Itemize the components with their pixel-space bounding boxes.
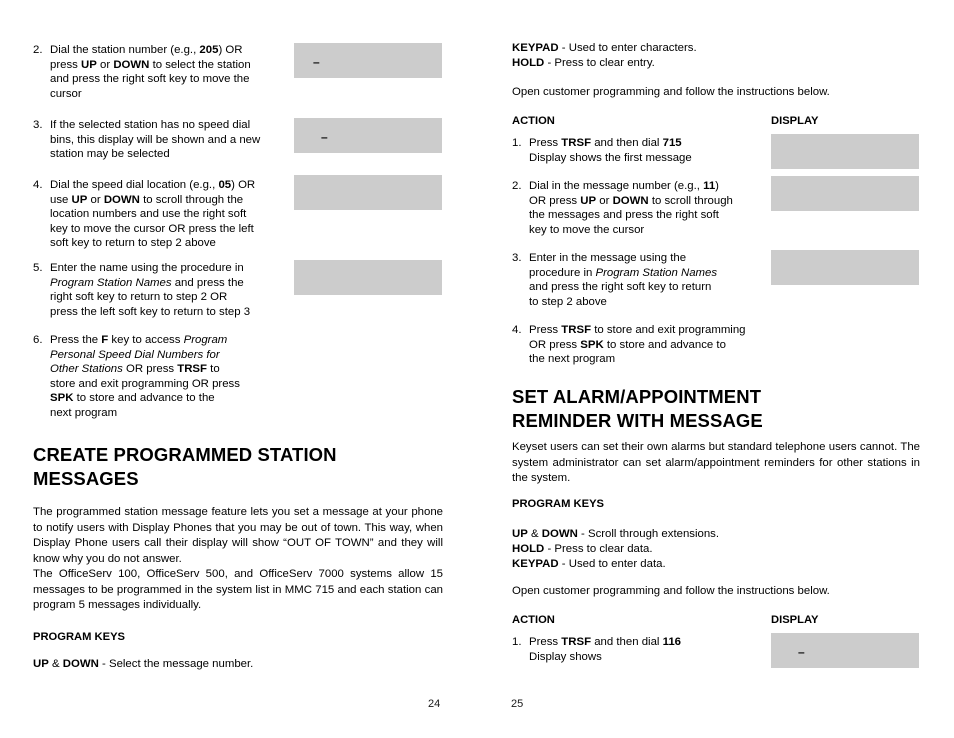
step-number: 1. [512, 636, 522, 648]
step-row: 2. Dial the station number (e.g., 205) OR… [33, 43, 273, 101]
step-text: If the selected station has no speed dia… [50, 119, 261, 161]
program-keys-heading-right: PROGRAM KEYS [512, 498, 604, 510]
intro-paragraph-1: The programmed station message feature l… [33, 506, 443, 565]
page-number-left: 24 [428, 698, 441, 710]
display-box-marker: – [321, 130, 328, 144]
step-number: 2. [33, 44, 43, 56]
program-key-line: KEYPAD - Used to enter data. [512, 558, 666, 571]
right-step-1-2: 2. Dial in the message number (e.g., 11) O… [512, 179, 762, 237]
left-step-3: 3. If the selected station has no speed d… [33, 118, 278, 162]
step-text: Dial the speed dial location (e.g., 05) … [50, 179, 256, 250]
step-row: 5. Enter the name using the procedure in P… [33, 261, 283, 319]
step-text: Enter in the message using the procedure … [529, 252, 718, 308]
step-row: 4. Press TRSF to store and exit programmi… [512, 323, 772, 367]
key-definition-line: HOLD - Press to clear entry. [512, 57, 655, 70]
step-number: 5. [33, 262, 43, 274]
display-box [771, 176, 919, 211]
step-row: 1. Press TRSF and then dial 715 Display sh… [512, 136, 762, 165]
key-definitions-top: KEYPAD - Used to enter characters. HOLD … [512, 41, 912, 71]
step-text: Press the F key to access Program Persona… [50, 334, 240, 419]
step-row: 3. If the selected station has no speed d… [33, 118, 278, 162]
display-box-marker: – [313, 55, 320, 69]
step-number: 3. [512, 252, 522, 264]
table-header-display-2: DISPLAY [771, 614, 819, 626]
left-step-6: 6. Press the F key to access Program Perso… [33, 333, 278, 421]
step-text: Press TRSF and then dial 715 Display show… [529, 137, 692, 164]
heading-line-1: CREATE PROGRAMMED STATION [33, 444, 337, 465]
step-row: 1. Press TRSF and then dial 116 Display sh… [512, 635, 762, 664]
heading-line-2: MESSAGES [33, 468, 139, 489]
right-step-1-4: 4. Press TRSF to store and exit programmi… [512, 323, 772, 367]
step-number: 4. [512, 324, 522, 336]
intro-paragraph-2: The OfficeServ 100, OfficeServ 500, and … [33, 568, 443, 612]
document-page: 2. Dial the station number (e.g., 205) OR… [0, 0, 954, 738]
table-header-action-2: ACTION [512, 614, 555, 626]
display-box [771, 250, 919, 285]
right-page-column: KEYPAD - Used to enter characters. HOLD … [512, 0, 922, 738]
display-box: – [294, 43, 442, 78]
program-key-line: HOLD - Press to clear data. [512, 543, 653, 556]
right-step-1-1: 1. Press TRSF and then dial 715 Display sh… [512, 136, 762, 165]
step-row: 4. Dial the speed dial location (e.g., 05… [33, 178, 278, 251]
page-heading-set-alarm-appointment-reminder: SET ALARM/APPOINTMENT REMINDER WITH MESS… [512, 385, 912, 433]
left-step-4: 4. Dial the speed dial location (e.g., 05… [33, 178, 278, 251]
left-page-column: 2. Dial the station number (e.g., 205) OR… [33, 0, 445, 738]
step-text: Press TRSF to store and exit programming… [529, 324, 746, 366]
table-header-display-1: DISPLAY [771, 115, 819, 127]
page-heading-create-programmed-station-messages: CREATE PROGRAMMED STATION MESSAGES [33, 443, 433, 491]
display-box [294, 175, 442, 210]
program-key-line: UP & DOWN - Scroll through extensions. [512, 528, 720, 540]
program-key-line: UP & DOWN - Select the message number. [33, 658, 254, 670]
page-number-right: 25 [511, 698, 524, 710]
step-text: Dial the station number (e.g., 205) OR pr… [50, 44, 251, 100]
open-programming-instruction-1: Open customer programming and follow the… [512, 86, 830, 98]
display-box: – [294, 118, 442, 153]
step-row: 6. Press the F key to access Program Perso… [33, 333, 278, 421]
program-keys-list-left: UP & DOWN - Select the message number. [33, 657, 433, 672]
right-step-1-3: 3. Enter in the message using the procedur… [512, 251, 762, 309]
step-number: 2. [512, 180, 522, 192]
program-keys-heading-left: PROGRAM KEYS [33, 631, 125, 643]
step-row: 2. Dial in the message number (e.g., 11) O… [512, 179, 762, 237]
step-row: 3. Enter in the message using the procedur… [512, 251, 762, 309]
alarm-intro-paragraph: Keyset users can set their own alarms bu… [512, 441, 920, 485]
heading-line-1: SET ALARM/APPOINTMENT [512, 386, 762, 407]
table-header-action-1: ACTION [512, 115, 555, 127]
step-number: 4. [33, 179, 43, 191]
display-box [294, 260, 442, 295]
left-step-5: 5. Enter the name using the procedure in P… [33, 261, 283, 319]
step-number: 3. [33, 119, 43, 131]
step-number: 1. [512, 137, 522, 149]
display-box: – [771, 633, 919, 668]
step-text: Press TRSF and then dial 116 Display show… [529, 636, 681, 663]
display-box [771, 134, 919, 169]
display-box-marker: – [798, 645, 805, 659]
program-keys-list-right: UP & DOWN - Scroll through extensions. H… [512, 527, 912, 573]
open-programming-instruction-2: Open customer programming and follow the… [512, 585, 830, 597]
step-number: 6. [33, 334, 43, 346]
heading-line-2: REMINDER WITH MESSAGE [512, 410, 763, 431]
step-text: Enter the name using the procedure in Pro… [50, 262, 251, 318]
key-definition-line: KEYPAD - Used to enter characters. [512, 42, 697, 54]
right-step-2-1: 1. Press TRSF and then dial 116 Display sh… [512, 635, 762, 664]
step-text: Dial in the message number (e.g., 11) OR … [529, 180, 733, 236]
left-step-2: 2. Dial the station number (e.g., 205) OR… [33, 43, 273, 101]
